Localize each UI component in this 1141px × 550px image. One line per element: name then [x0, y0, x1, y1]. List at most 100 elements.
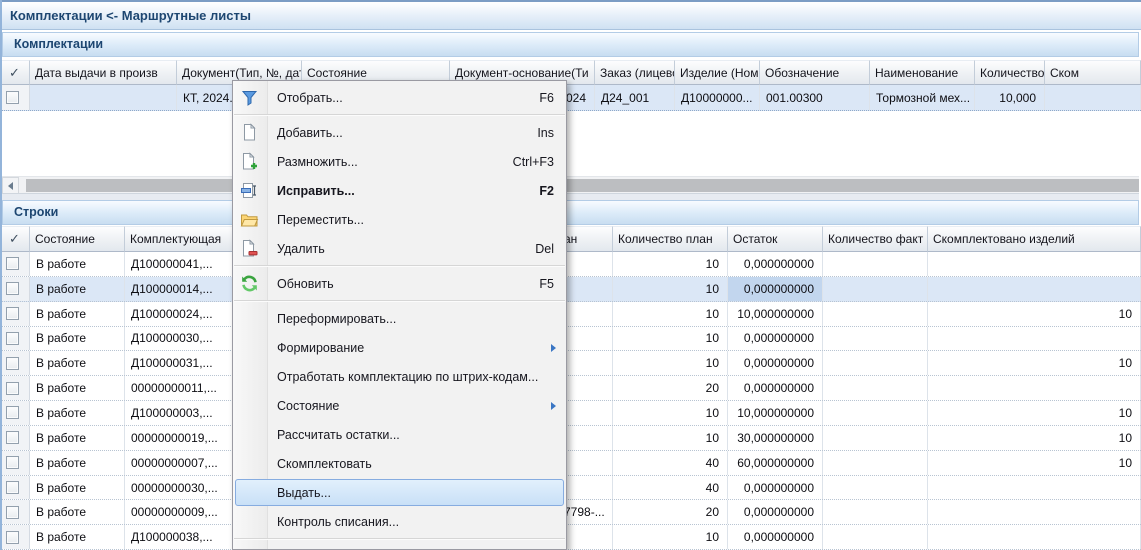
duplicate-document-icon[interactable] — [240, 152, 259, 171]
menu-item-label[interactable]: Переформировать... — [277, 312, 554, 326]
row-checkbox-cell[interactable] — [0, 85, 30, 110]
checkbox[interactable] — [6, 456, 19, 469]
column-header[interactable]: Скомплектовано изделий — [928, 226, 1141, 252]
context-menu-item[interactable]: Состояние — [233, 391, 566, 420]
menu-item-label[interactable]: Переместить... — [277, 213, 554, 227]
context-menu-item[interactable]: Отобрать... F6 — [233, 83, 566, 112]
column-header[interactable]: Состояние — [30, 226, 125, 252]
checkbox[interactable] — [6, 406, 19, 419]
table-row[interactable]: В работе00000000011,...200,000000000 — [0, 376, 1141, 401]
row-checkbox-cell[interactable] — [0, 302, 30, 326]
menu-item-shortcut[interactable]: F6 — [539, 91, 554, 105]
checkbox[interactable] — [6, 282, 19, 295]
row-checkbox-cell[interactable] — [0, 376, 30, 400]
row-checkbox-cell[interactable] — [0, 525, 30, 549]
horizontal-scrollbar[interactable] — [2, 176, 1139, 194]
checkbox[interactable] — [6, 431, 19, 444]
submenu-arrow-icon[interactable] — [551, 344, 556, 352]
menu-item-shortcut[interactable]: Ins — [537, 126, 554, 140]
delete-document-icon[interactable] — [240, 239, 259, 258]
checkbox[interactable] — [6, 382, 19, 395]
column-header[interactable]: Дата выдачи в произв — [30, 60, 177, 85]
menu-separator[interactable] — [234, 114, 565, 116]
row-checkbox-cell[interactable] — [0, 351, 30, 375]
column-header[interactable]: Остаток — [728, 226, 823, 252]
row-checkbox-cell[interactable] — [0, 451, 30, 475]
row-checkbox-cell[interactable] — [0, 277, 30, 301]
context-menu-item[interactable]: Рассчитать остатки... — [233, 420, 566, 449]
row-checkbox-cell[interactable] — [0, 500, 30, 524]
table-row[interactable]: В работеД100000024,...1010,00000000010 — [0, 302, 1141, 327]
menu-item-label[interactable]: Обновить — [277, 277, 523, 291]
context-menu-item[interactable]: Переместить... — [233, 205, 566, 234]
context-menu-item[interactable]: Формирование — [233, 333, 566, 362]
menu-item-label[interactable]: Состояние — [277, 399, 551, 413]
add-document-icon[interactable] — [240, 123, 259, 142]
context-menu-item[interactable]: Скомплектовать — [233, 449, 566, 478]
menu-item-label[interactable]: Отобрать... — [277, 91, 523, 105]
submenu-arrow-icon[interactable] — [551, 402, 556, 410]
menu-item-label[interactable]: Скомплектовать — [277, 457, 554, 471]
refresh-icon[interactable] — [240, 274, 259, 293]
menu-item-shortcut[interactable]: F2 — [539, 184, 554, 198]
komplektacii-selected-row[interactable]: КТ, 2024...024Д24_001Д10000000...001.003… — [0, 85, 1141, 111]
column-header[interactable]: Заказ (лицево — [595, 60, 675, 85]
context-menu-item[interactable]: Удалить Del — [233, 234, 566, 263]
scroll-left-button[interactable] — [2, 177, 19, 194]
context-menu-item[interactable]: Отработать комплектацию по штрих-кодам..… — [233, 362, 566, 391]
menu-item-label[interactable]: Удалить — [277, 242, 519, 256]
table-row[interactable]: В работе00000000019,...1030,00000000010 — [0, 426, 1141, 451]
menu-separator[interactable] — [234, 538, 565, 540]
column-header[interactable]: ✓ — [0, 226, 30, 252]
context-menu-item[interactable]: Исправить... F2 — [233, 176, 566, 205]
menu-item-label[interactable]: Отработать комплектацию по штрих-кодам..… — [277, 370, 554, 384]
table-row[interactable]: В работеД100000031,...100,00000000010 — [0, 351, 1141, 376]
scrollbar-thumb[interactable] — [26, 179, 1139, 192]
checkbox[interactable] — [6, 91, 19, 104]
checkbox[interactable] — [6, 332, 19, 345]
menu-item-label[interactable]: Выдать... — [277, 486, 554, 500]
table-row[interactable]: В работеД100000003,...1010,00000000010 — [0, 401, 1141, 426]
column-header[interactable]: Комплектующая — [125, 226, 240, 252]
menu-item-label[interactable]: Размножить... — [277, 155, 497, 169]
edit-document-icon[interactable] — [240, 181, 259, 200]
menu-item-label[interactable]: Рассчитать остатки... — [277, 428, 554, 442]
context-menu-item[interactable]: Размножить... Ctrl+F3 — [233, 147, 566, 176]
checkbox[interactable] — [6, 531, 19, 544]
column-header[interactable]: ✓ — [0, 60, 30, 85]
table-row[interactable]: В работеД100000014,...100,000000000 — [0, 277, 1141, 302]
menu-item-label[interactable]: Исправить... — [277, 184, 523, 198]
row-checkbox-cell[interactable] — [0, 476, 30, 500]
table-row[interactable]: В работеД100000038,...100,000000000 — [0, 525, 1141, 550]
row-checkbox-cell[interactable] — [0, 426, 30, 450]
context-menu-item[interactable]: Обновить F5 — [233, 269, 566, 298]
context-menu-item[interactable]: Переформировать... — [233, 304, 566, 333]
context-menu-item[interactable]: Контроль списания... — [233, 507, 566, 536]
row-checkbox-cell[interactable] — [0, 401, 30, 425]
column-header[interactable]: Обозначение — [760, 60, 870, 85]
table-row[interactable]: В работеД100000030,...100,000000000 — [0, 327, 1141, 352]
checkbox[interactable] — [6, 481, 19, 494]
menu-item-shortcut[interactable]: F5 — [539, 277, 554, 291]
menu-item-label[interactable]: Добавить... — [277, 126, 521, 140]
row-checkbox-cell[interactable] — [0, 252, 30, 276]
table-row[interactable]: В работе00000000030,...400,000000000 — [0, 476, 1141, 501]
column-header[interactable]: Количество — [975, 60, 1045, 85]
checkbox[interactable] — [6, 307, 19, 320]
context-menu-item[interactable]: Выдать... — [235, 479, 564, 506]
column-header[interactable]: Количество факт — [823, 226, 928, 252]
menu-item-label[interactable]: Контроль списания... — [277, 515, 554, 529]
menu-separator[interactable] — [234, 300, 565, 302]
menu-item-shortcut[interactable]: Ctrl+F3 — [513, 155, 554, 169]
column-header[interactable]: Количество план — [613, 226, 728, 252]
column-header[interactable]: Наименование — [870, 60, 975, 85]
checkbox[interactable] — [6, 506, 19, 519]
move-folder-icon[interactable] — [240, 210, 259, 229]
table-row[interactable]: В работеД100000041,...100,000000000 — [0, 252, 1141, 277]
column-header[interactable]: Ском — [1045, 60, 1141, 85]
checkbox[interactable] — [6, 257, 19, 270]
menu-item-label[interactable]: Формирование — [277, 341, 551, 355]
context-menu-item[interactable]: Добавить... Ins — [233, 118, 566, 147]
menu-item-shortcut[interactable]: Del — [535, 242, 554, 256]
row-checkbox-cell[interactable] — [0, 327, 30, 351]
